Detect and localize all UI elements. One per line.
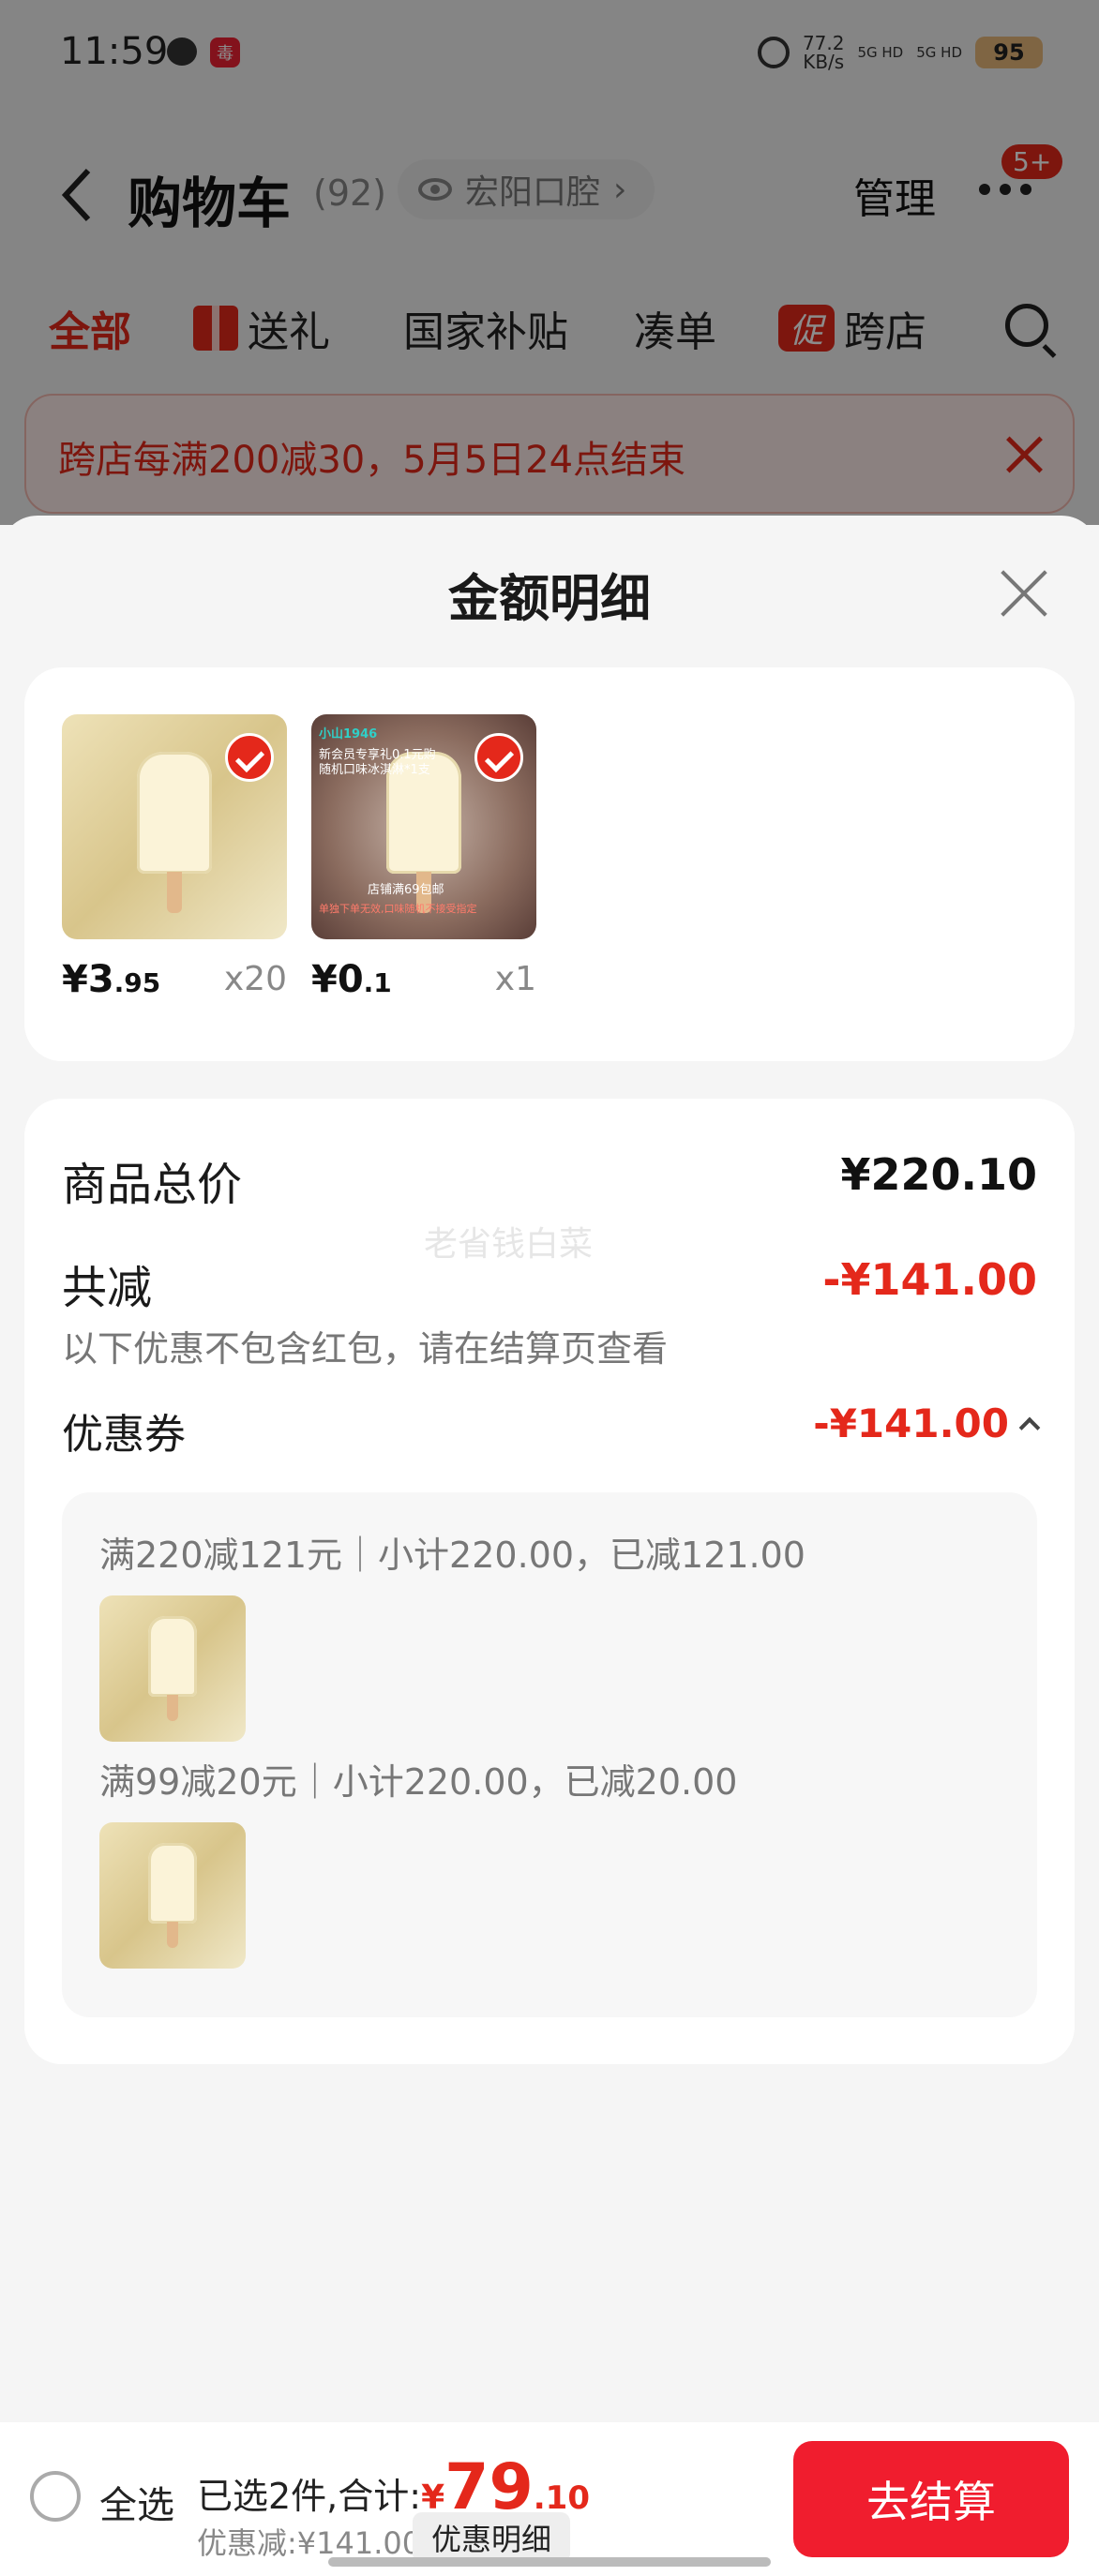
watermark: 老省钱白菜 [424,1225,594,1264]
coupon-value: -¥141.00 [813,1400,1009,1446]
coupon-label: 优惠券 [62,1411,186,1459]
product-image-text: 店铺满69包邮 [368,883,444,897]
total-price-value: ¥220.10 [840,1149,1037,1200]
popsicle-image [137,752,212,913]
selected-products-card: ¥3.95 x20 小山1946 新会员专享礼0.1元购 随机口味冰淇淋*1支 … [24,667,1075,1061]
product-price: ¥0.1 [311,958,392,1001]
reduction-note: 以下优惠不包含红包，请在结算页查看 [62,1328,669,1370]
amount-breakdown-card: 商品总价 ¥220.10 老省钱白菜 共减 -¥141.00 以下优惠不包含红包… [24,1099,1075,2064]
total-reduction-value: -¥141.00 [822,1254,1037,1305]
select-all-label[interactable]: 全选 [99,2475,174,2529]
product-price: ¥3.95 [62,958,161,1001]
total-amount-dec: .10 [533,2479,590,2517]
product-image-text: 随机口味冰淇淋*1支 [319,763,430,777]
check-icon [225,733,274,782]
sheet-title: 金额明细 [448,569,651,628]
checkout-bar: 全选 已选2件,合计: ¥ 79 .10 优惠减:¥141.00 优惠明细 去结… [0,2422,1099,2576]
product-image: 小山1946 新会员专享礼0.1元购 随机口味冰淇淋*1支 店铺满69包邮 单独… [311,714,536,939]
coupon-rule: 满99减20元｜小计220.00，已减20.00 [99,1761,738,1803]
coupon-product-image [99,1822,246,1969]
product-item[interactable]: 小山1946 新会员专享礼0.1元购 随机口味冰淇淋*1支 店铺满69包邮 单独… [311,714,536,1001]
product-quantity: x20 [223,960,287,998]
modal-overlay[interactable] [0,0,1099,525]
amount-detail-sheet: 金额明细 ¥3.95 x20 小山1946 新会员专享礼0.1元购 随机口味冰淇… [0,516,1099,2576]
product-image-text: 单独下单无效,口味随机不接受指定 [319,903,477,915]
chevron-up-icon [1018,1416,1041,1438]
product-item[interactable]: ¥3.95 x20 [62,714,287,1001]
currency-symbol: ¥ [421,2479,445,2517]
coupon-toggle[interactable]: -¥141.00 [813,1400,1041,1446]
summary-prefix: 已选2件,合计: [197,2476,422,2517]
total-price-label: 商品总价 [62,1159,243,1211]
product-image-text: 小山1946 [319,727,378,741]
coupon-details: 满220减121元｜小计220.00，已减121.00 满99减20元｜小计22… [62,1492,1037,2017]
total-reduction-label: 共减 [62,1262,153,1314]
discount-detail-button[interactable]: 优惠明细 [413,2512,571,2563]
product-image [62,714,287,939]
coupon-rule: 满220减121元｜小计220.00，已减121.00 [99,1535,805,1576]
product-image-text: 新会员专享礼0.1元购 [319,748,436,762]
select-all-radio[interactable] [30,2471,81,2522]
check-icon [474,733,523,782]
close-icon[interactable] [1001,570,1048,617]
home-indicator[interactable] [328,2557,771,2567]
product-quantity: x1 [494,960,536,998]
coupon-product-image [99,1595,246,1742]
checkout-button[interactable]: 去结算 [793,2441,1069,2557]
